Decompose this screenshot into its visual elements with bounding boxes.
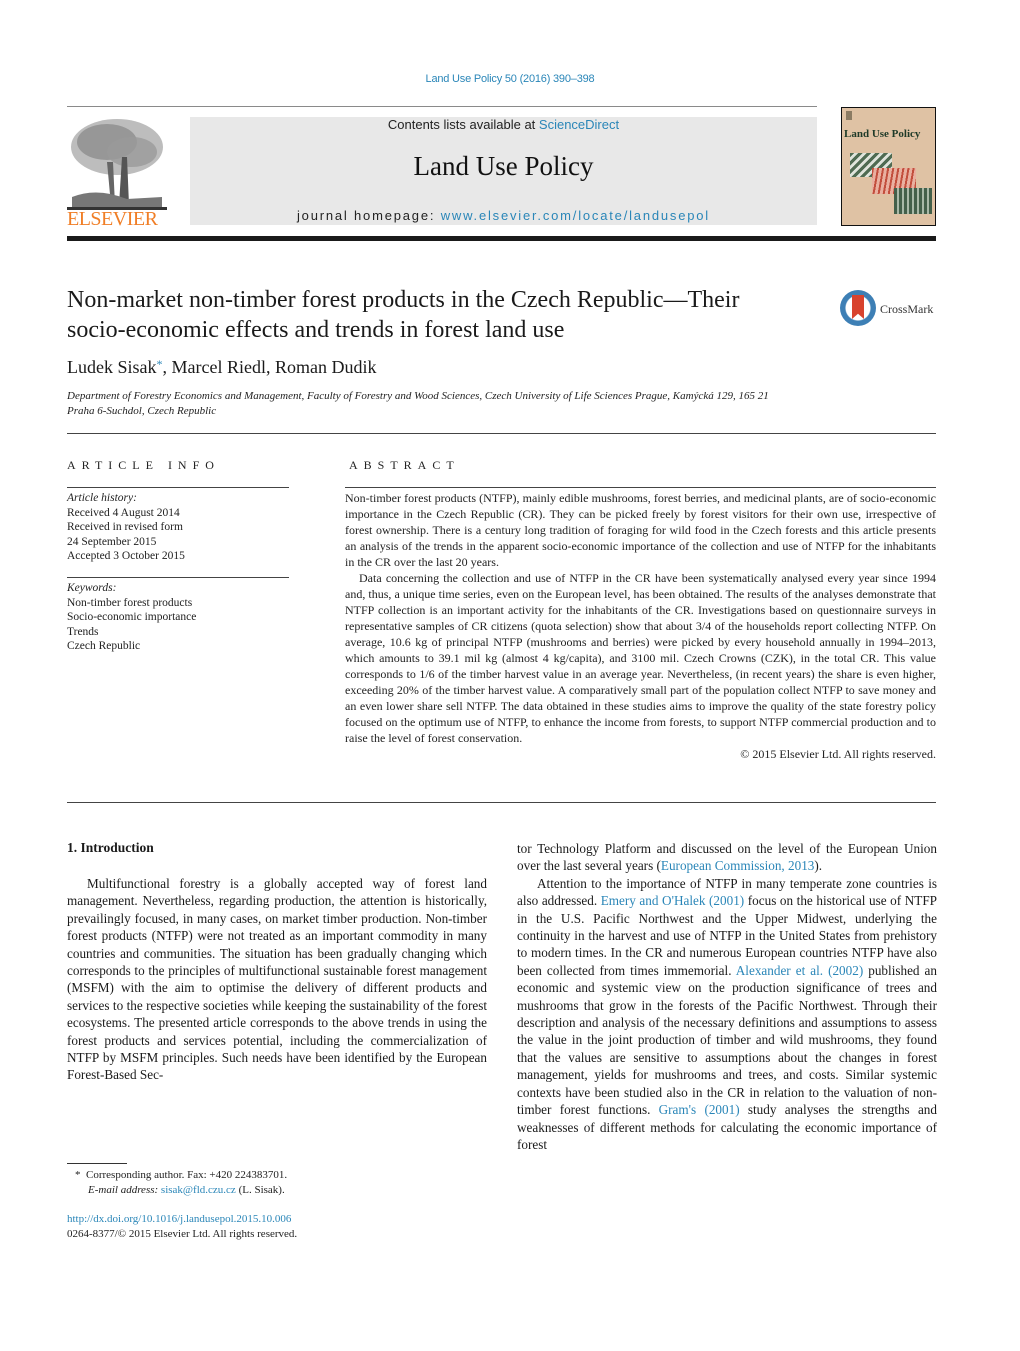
journal-cover-thumbnail[interactable]: Land Use Policy <box>841 107 936 226</box>
author-separator: , <box>162 357 172 377</box>
email-suffix: (L. Sisak). <box>235 1184 285 1196</box>
divider-above-info <box>67 433 936 434</box>
email-link[interactable]: sisak@fld.czu.cz <box>161 1184 236 1196</box>
history-item: 24 September 2015 <box>67 535 157 548</box>
body-text: ). <box>814 858 823 874</box>
divider-below-abstract <box>67 802 936 803</box>
article-info-heading: ARTICLE INFO <box>67 458 220 472</box>
author-name[interactable]: Ludek Sisak <box>67 357 157 377</box>
author-list: Ludek Sisak*, Marcel Riedl, Roman Dudik <box>67 357 376 378</box>
corresponding-text: Corresponding author. Fax: +420 22438370… <box>86 1169 288 1181</box>
journal-banner: Contents lists available at ScienceDirec… <box>190 117 817 225</box>
header-divider <box>67 106 817 107</box>
crossmark-label: CrossMark <box>880 302 934 316</box>
reference-link[interactable]: European Commission, 2013 <box>661 858 814 873</box>
elsevier-wordmark: ELSEVIER <box>67 208 158 230</box>
history-item: Accepted 3 October 2015 <box>67 550 185 562</box>
homepage-line: journal homepage: www.elsevier.com/locat… <box>190 208 817 223</box>
footnote-line: * Corresponding author. Fax: +420 224383… <box>67 1168 397 1183</box>
article-title: Non-market non-timber forest products in… <box>67 285 827 345</box>
affiliation-line-1: Department of Forestry Economics and Man… <box>67 390 769 402</box>
keyword: Czech Republic <box>67 640 141 652</box>
keywords: Keywords: Non-timber forest products Soc… <box>67 581 289 654</box>
body-text: published an economic and systemic view … <box>517 962 937 1118</box>
abstract-heading: ABSTRACT <box>349 458 460 472</box>
cover-elsevier-icon <box>846 111 852 120</box>
crossmark-button[interactable]: CrossMark <box>840 290 940 330</box>
body-left-column: Multifunctional forestry is a globally a… <box>67 875 487 1084</box>
email-label: E-mail address: <box>88 1184 161 1196</box>
section-heading-introduction: 1. Introduction <box>67 840 154 855</box>
keywords-rule <box>67 577 289 578</box>
author-separator: , <box>265 357 275 377</box>
abstract-rule <box>345 487 936 488</box>
cover-title: Land Use Policy <box>844 128 921 140</box>
body-paragraph: tor Technology Platform and discussed on… <box>517 840 937 875</box>
body-paragraph: Attention to the importance of NTFP in m… <box>517 875 937 1154</box>
abstract-paragraph: Data concerning the collection and use o… <box>345 571 936 745</box>
history-item: Received in revised form <box>67 521 183 533</box>
abstract-copyright: © 2015 Elsevier Ltd. All rights reserved… <box>740 747 936 761</box>
article-history-label: Article history: <box>67 492 137 504</box>
homepage-link[interactable]: www.elsevier.com/locate/landusepol <box>441 208 710 223</box>
cover-image-3 <box>894 188 932 214</box>
affiliation-line-2: Praha 6-Suchdol, Czech Republic <box>67 405 217 417</box>
elsevier-tree-icon <box>67 117 167 212</box>
keyword: Non-timber forest products <box>67 596 193 609</box>
keyword: Socio-economic importance <box>67 611 197 623</box>
elsevier-logo: ELSEVIER <box>67 117 167 230</box>
corresponding-author-footnote: * Corresponding author. Fax: +420 224383… <box>67 1168 397 1198</box>
affiliation: Department of Forestry Economics and Man… <box>67 389 827 419</box>
sciencedirect-link[interactable]: ScienceDirect <box>539 117 619 132</box>
doi-block: http://dx.doi.org/10.1016/j.landusepol.2… <box>67 1212 397 1242</box>
contents-line: Contents lists available at ScienceDirec… <box>190 117 817 132</box>
issn-copyright: 0264-8377/© 2015 Elsevier Ltd. All right… <box>67 1228 298 1240</box>
abstract-body: Non-timber forest products (NTFP), mainl… <box>345 490 936 762</box>
reference-link[interactable]: Gram's (2001) <box>659 1102 740 1117</box>
article-info-rule <box>67 487 289 488</box>
keywords-label: Keywords: <box>67 582 117 594</box>
reference-link[interactable]: Emery and O'Halek (2001) <box>601 893 744 908</box>
keyword: Trends <box>67 625 99 638</box>
contents-prefix: Contents lists available at <box>387 117 539 132</box>
title-line-2: socio-economic effects and trends in for… <box>67 317 565 343</box>
abstract-paragraph: Non-timber forest products (NTFP), mainl… <box>345 491 936 569</box>
author-name[interactable]: Roman Dudik <box>275 357 377 377</box>
header-thick-rule <box>67 236 936 241</box>
homepage-prefix: journal homepage: <box>296 208 441 223</box>
history-item: Received 4 August 2014 <box>67 506 180 519</box>
author-name[interactable]: Marcel Riedl <box>172 357 266 377</box>
body-paragraph: Multifunctional forestry is a globally a… <box>67 876 487 1083</box>
doi-link[interactable]: http://dx.doi.org/10.1016/j.landusepol.2… <box>67 1212 397 1227</box>
article-history: Article history: Received 4 August 2014 … <box>67 491 289 564</box>
reference-link[interactable]: Alexander et al. (2002) <box>736 963 863 978</box>
title-line-1: Non-market non-timber forest products in… <box>67 287 740 313</box>
footnote-rule <box>67 1163 127 1164</box>
email-line: E-mail address: sisak@fld.czu.cz (L. Sis… <box>67 1183 397 1198</box>
footnote-mark: * <box>75 1169 81 1181</box>
journal-citation[interactable]: Land Use Policy 50 (2016) 390–398 <box>0 73 1020 85</box>
body-right-column: tor Technology Platform and discussed on… <box>517 840 937 1153</box>
citation-link[interactable]: Land Use Policy 50 (2016) 390–398 <box>426 73 595 85</box>
journal-title: Land Use Policy <box>413 151 594 181</box>
